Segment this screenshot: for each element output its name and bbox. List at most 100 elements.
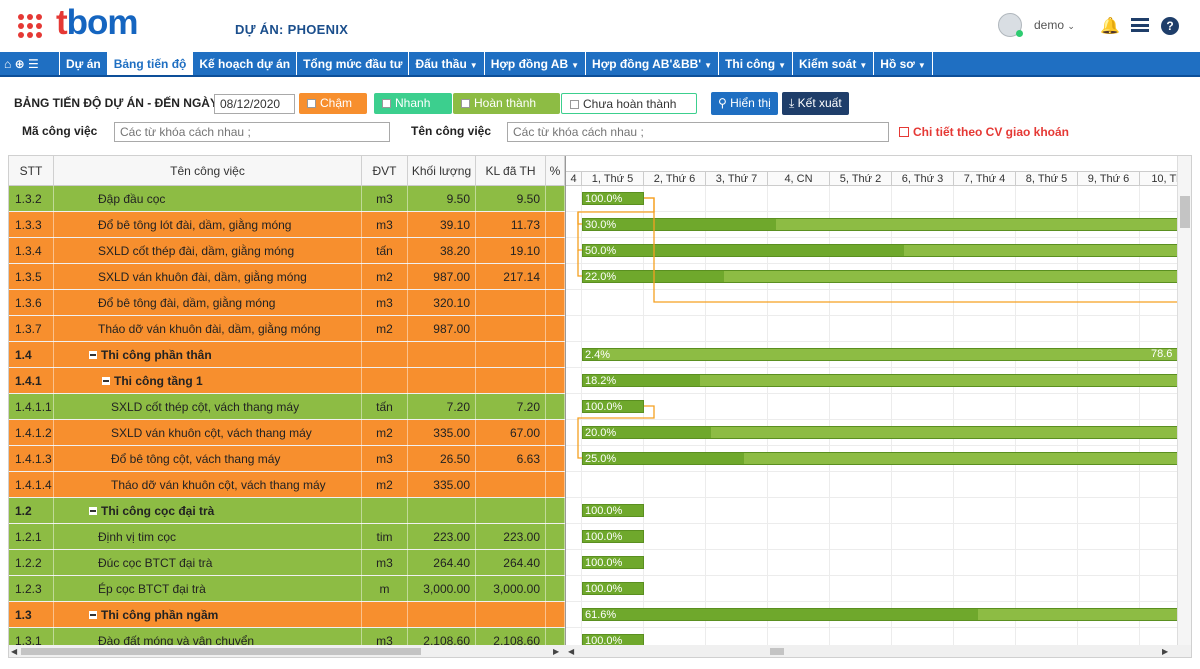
table-row[interactable]: 1.3.6 Đổ bê tông đài, dầm, giằng móng m3 32… [9,290,565,316]
code-search-input[interactable] [114,122,390,142]
cell-qty: 39.10 [408,212,476,238]
table-row[interactable]: 1.4.1.1 SXLD cốt thép cột, vách thang máy… [9,394,565,420]
unit-text: tim [376,530,393,544]
cell-stt: 1.3.7 [9,316,54,342]
nav-item[interactable]: Đấu thầu ▼ [409,52,485,75]
gantt-horizontal-scrollbar[interactable]: ◀ ▶ [565,645,1191,657]
table-row[interactable]: 1.2.1 Định vị tim cọc tim 223.00 223.00 [9,524,565,550]
unit-text: m3 [376,452,393,466]
show-button[interactable]: ⚲ Hiển thị [711,92,778,115]
nav-item[interactable]: Dự án [60,52,108,75]
help-icon[interactable]: ? [1161,17,1179,35]
home-icon[interactable]: ⌂ [4,57,11,71]
nav-item-label: Bảng tiến độ [113,57,187,71]
legend-late[interactable]: Chậm [299,93,367,114]
table-row[interactable]: 1.3.4 SXLD cốt thép đài, dầm, giằng móng t… [9,238,565,264]
scroll-left-icon[interactable]: ◀ [11,645,17,657]
user-menu[interactable]: demo ⌄ [1034,18,1075,32]
cell-unit: m2 [362,264,408,290]
nav-item[interactable]: Hồ sơ ▼ [874,52,933,75]
cell-qty: 2,108.60 [408,628,476,646]
name-search-input[interactable] [507,122,889,142]
nav-item[interactable]: Tổng mức đầu tư [297,52,410,75]
scroll-left-icon[interactable]: ◀ [568,645,574,657]
table-row[interactable]: 1.3.3 Đổ bê tông lót đài, dầm, giằng móng… [9,212,565,238]
name-label: Tên công việc [411,124,492,138]
legend-incomplete[interactable]: Chưa hoàn thành [561,93,697,114]
column-header[interactable]: % [546,156,565,186]
name-text: Tháo dỡ ván khuôn đài, dầm, giằng móng [98,322,321,336]
qty-text: 335.00 [433,478,470,492]
done-text: 67.00 [509,426,540,440]
nav-item[interactable]: Hợp đồng AB'&BB' ▼ [586,52,720,75]
collapse-icon[interactable] [89,507,97,515]
stt-text: 1.4.1.1 [15,400,52,414]
scroll-thumb[interactable] [1180,196,1190,228]
name-text: SXLD ván khuôn cột, vách thang máy [111,426,312,440]
cell-done: 3,000.00 [476,576,546,602]
menu-icon[interactable] [1131,18,1149,32]
table-row[interactable]: 1.4.1.2 SXLD ván khuôn cột, vách thang má… [9,420,565,446]
collapse-icon[interactable] [89,351,97,359]
add-icon[interactable]: ⊕ [15,57,25,71]
cell-percent [546,212,565,238]
legend-done[interactable]: Hoàn thành [453,93,560,114]
table-row[interactable]: 1.3.5 SXLD ván khuôn đài, dầm, giằng móng… [9,264,565,290]
table-row[interactable]: 1.3 Thi công phần ngầm [9,602,565,628]
column-header[interactable]: Tên công việc [54,156,362,186]
table-row[interactable]: 1.4.1 Thi công tầng 1 [9,368,565,394]
nav-item[interactable]: Kế hoạch dự án [193,52,298,75]
logo[interactable]: tbom [56,3,139,43]
table-row[interactable]: 1.4.1.4 Tháo dỡ ván khuôn cột, vách thang… [9,472,565,498]
table-row[interactable]: 1.3.7 Tháo dỡ ván khuôn đài, dầm, giằng m… [9,316,565,342]
checkbox[interactable] [461,99,470,108]
scroll-right-icon[interactable]: ▶ [1162,645,1168,657]
table-row[interactable]: 1.2 Thi công cọc đại trà [9,498,565,524]
export-button[interactable]: ⤓ Kết xuất [782,92,849,115]
cell-percent [546,524,565,550]
checkbox[interactable] [307,99,316,108]
cell-unit: tim [362,524,408,550]
detail-checkbox[interactable]: Chi tiết theo CV giao khoán [899,125,1069,139]
date-input[interactable] [214,94,295,114]
legend-fast[interactable]: Nhanh [374,93,452,114]
name-text: Đổ bê tông lót đài, dầm, giằng móng [98,218,292,232]
qty-text: 39.10 [439,218,470,232]
avatar[interactable] [998,13,1023,37]
table-row[interactable]: 1.2.3 Ép cọc BTCT đại trà m 3,000.00 3,000.0… [9,576,565,602]
collapse-icon[interactable] [89,611,97,619]
nav-item[interactable]: Bảng tiến độ [107,52,194,75]
table-horizontal-scrollbar[interactable]: ◀ ▶ [9,645,565,657]
cell-qty: 264.40 [408,550,476,576]
scroll-right-icon[interactable]: ▶ [553,645,559,657]
table-row[interactable]: 1.3.1 Đào đất móng và vận chuyển m3 2,108.6… [9,628,565,646]
list-icon[interactable]: ☰ [28,57,39,71]
checkbox[interactable] [570,100,579,109]
table-row[interactable]: 1.4 Thi công phần thân [9,342,565,368]
nav-item[interactable]: Thi công ▼ [719,52,793,75]
scroll-thumb[interactable] [21,648,421,655]
cell-unit [362,602,408,628]
apps-grid-icon[interactable] [18,14,42,38]
table-row[interactable]: 1.4.1.3 Đổ bê tông cột, vách thang máy m3 2… [9,446,565,472]
collapse-icon[interactable] [102,377,110,385]
table-row[interactable]: 1.3.2 Đập đầu cọc m3 9.50 9.50 [9,186,565,212]
cell-name: Thi công cọc đại trà [54,498,362,524]
scroll-thumb[interactable] [770,648,784,655]
bell-icon[interactable]: 🔔 [1100,16,1120,36]
column-header[interactable]: Khối lượng [408,156,476,186]
column-header[interactable]: STT [9,156,54,186]
vertical-scrollbar[interactable] [1177,156,1191,646]
nav-item[interactable]: Kiểm soát ▼ [793,52,875,75]
qty-text: 223.00 [433,530,470,544]
checkbox[interactable] [899,127,909,137]
column-header[interactable]: KL đã TH [476,156,546,186]
legend-incomplete-label: Chưa hoàn thành [583,97,677,111]
checkbox[interactable] [382,99,391,108]
table-row[interactable]: 1.2.2 Đúc cọc BTCT đại trà m3 264.40 264.40 [9,550,565,576]
column-header[interactable]: ĐVT [362,156,408,186]
nav-item[interactable]: Hợp đồng AB ▼ [485,52,587,75]
qty-text: 987.00 [433,322,470,336]
cell-stt: 1.3 [9,602,54,628]
name-text: Tháo dỡ ván khuôn cột, vách thang máy [111,478,326,492]
